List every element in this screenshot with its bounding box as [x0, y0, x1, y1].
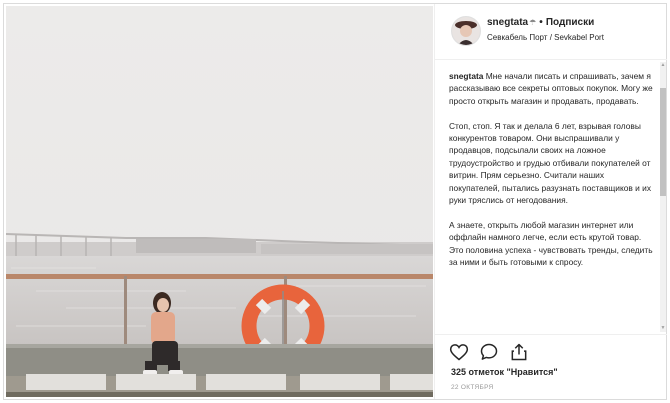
umbrella-emoji-icon: ☂	[529, 18, 537, 27]
scroll-down-arrow-icon[interactable]: ▼	[660, 325, 666, 332]
caption-paragraph-1: snegtata Мне начали писать и спрашивать,…	[449, 70, 654, 107]
post-actions: 325 отметок "Нравится" 22 ОКТЯБРЯ	[435, 334, 667, 400]
action-icons	[449, 342, 529, 362]
post-sidebar: snegtata ☂ • Подписки Севкабель Порт / S…	[434, 4, 667, 399]
caption-scrollbar[interactable]: ▲ ▼	[660, 62, 666, 332]
comment-icon[interactable]	[479, 342, 499, 362]
location-link[interactable]: Севкабель Порт / Sevkabel Port	[487, 33, 604, 42]
following-button[interactable]: Подписки	[546, 17, 594, 28]
post-header: snegtata ☂ • Подписки Севкабель Порт / S…	[435, 4, 667, 60]
username-link[interactable]: snegtata	[487, 17, 528, 28]
heart-icon[interactable]	[449, 342, 469, 362]
caption: snegtata Мне начали писать и спрашивать,…	[449, 70, 654, 332]
caption-paragraph-2: Стоп, стоп. Я так и делала 6 лет, взрыва…	[449, 120, 652, 206]
caption-author-link[interactable]: snegtata	[449, 71, 483, 81]
post-date[interactable]: 22 ОКТЯБРЯ	[451, 384, 494, 391]
share-icon[interactable]	[509, 342, 529, 362]
scrollbar-thumb[interactable]	[660, 88, 666, 196]
separator-dot: •	[539, 17, 543, 28]
scroll-up-arrow-icon[interactable]: ▲	[660, 62, 666, 69]
post-photo[interactable]	[6, 6, 433, 397]
avatar[interactable]	[451, 16, 481, 46]
likes-count[interactable]: 325 отметок "Нравится"	[451, 367, 558, 377]
instagram-post: snegtata ☂ • Подписки Севкабель Порт / S…	[3, 3, 667, 400]
caption-paragraph-3: А знаете, открыть любой магазин интернет…	[449, 219, 653, 268]
username-row: snegtata ☂ • Подписки	[487, 17, 594, 28]
